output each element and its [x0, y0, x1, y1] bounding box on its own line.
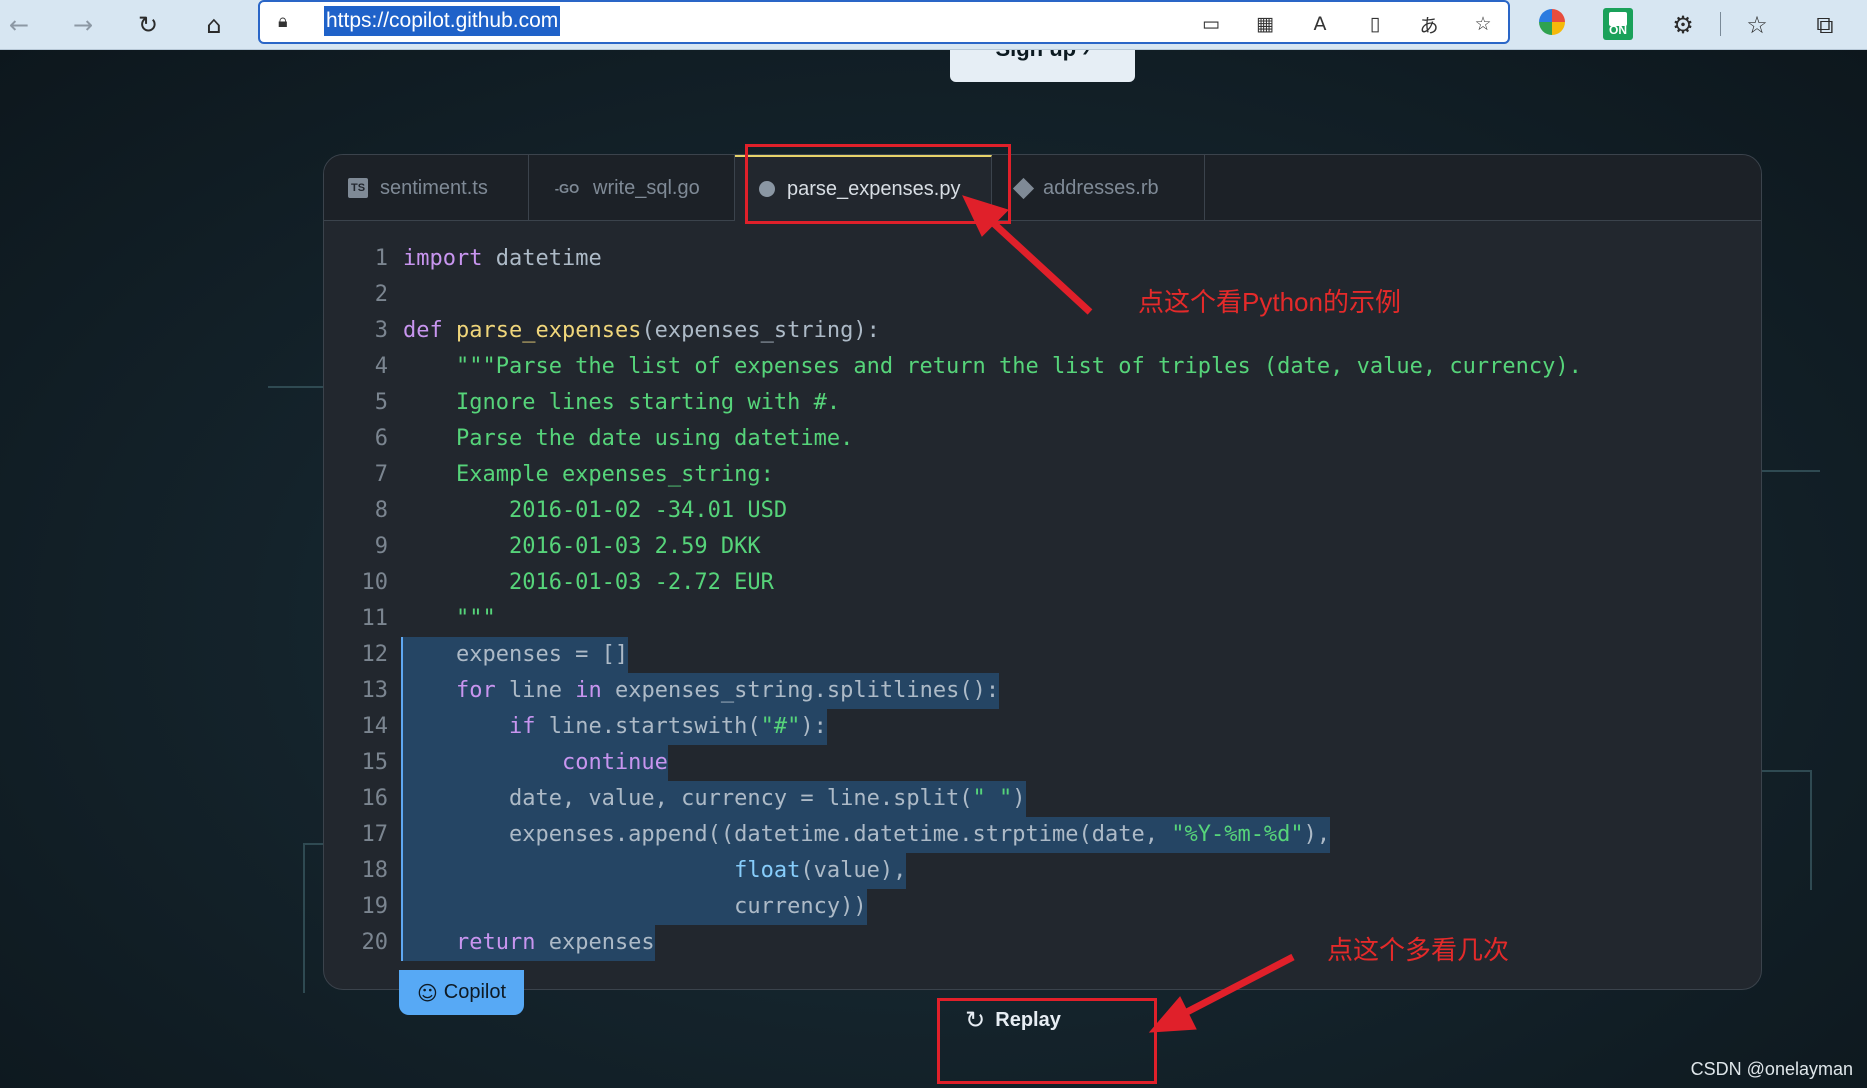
annotation-arrow-replay: [1183, 953, 1295, 1017]
toolbar-divider: [1720, 12, 1721, 36]
add-favorite-icon[interactable]: ☆: [1468, 10, 1498, 38]
extensions-icon[interactable]: ⚙: [1664, 6, 1702, 44]
back-icon[interactable]: ←: [0, 6, 38, 44]
app-available-icon[interactable]: ▭: [1196, 10, 1226, 38]
watermark: CSDN @onelayman: [1690, 1059, 1853, 1079]
annotation-arrowhead-replay: [1148, 996, 1197, 1033]
extension-globe-icon[interactable]: [1539, 9, 1565, 35]
annotation-arrows: [962, 195, 1295, 1033]
extension-on-badge[interactable]: ON: [1603, 8, 1633, 40]
read-aloud-icon[interactable]: A: [1305, 10, 1335, 38]
browser-toolbar: ← → ↻ ⌂ 🔒︎ https://copilot.github.com ▭ …: [0, 0, 1867, 50]
translate-icon[interactable]: あ: [1414, 10, 1444, 38]
home-icon[interactable]: ⌂: [195, 6, 233, 44]
refresh-icon[interactable]: ↻: [129, 6, 167, 44]
url-text[interactable]: https://copilot.github.com: [324, 6, 561, 36]
page-content: Sign up › TS sentiment.ts -GO write_sql.…: [0, 50, 1867, 1088]
annotation-arrow-tab: [987, 217, 1093, 315]
forward-icon[interactable]: →: [64, 6, 102, 44]
address-bar[interactable]: 🔒︎ https://copilot.github.com ▭ ▦ A ▯ あ …: [258, 0, 1510, 44]
collections-icon[interactable]: ⧉: [1806, 6, 1844, 44]
immersive-reader-icon[interactable]: ▯: [1360, 10, 1390, 38]
lock-icon[interactable]: 🔒︎: [278, 11, 288, 32]
qr-code-icon[interactable]: ▦: [1250, 10, 1280, 38]
favorites-icon[interactable]: ☆: [1738, 6, 1776, 44]
